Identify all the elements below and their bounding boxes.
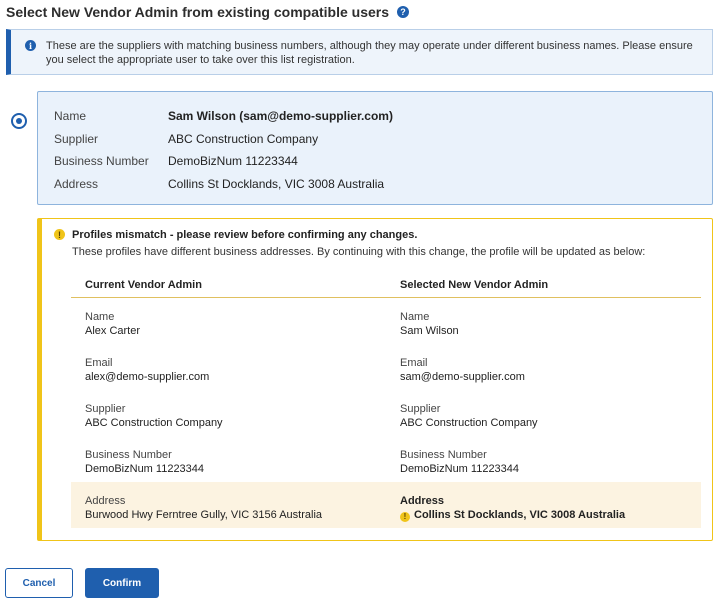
info-circle-icon: i: [25, 40, 36, 51]
field-value: Alex Carter: [85, 325, 141, 337]
card-value-business-number: DemoBizNum 11223344: [168, 154, 298, 169]
field-value: Collins St Docklands, VIC 3008 Australia: [414, 509, 626, 521]
candidate-radio[interactable]: [11, 113, 27, 129]
selected-cell: Address ! Collins St Docklands, VIC 3008 …: [386, 494, 701, 528]
page-title: Select New Vendor Admin from existing co…: [6, 4, 390, 20]
field-label: Business Number: [85, 449, 172, 461]
field-label: Address: [400, 495, 445, 507]
current-cell: Business Number DemoBizNum 11223344: [71, 448, 386, 482]
selected-cell: Name Sam Wilson: [386, 310, 701, 344]
current-cell: Supplier ABC Construction Company: [71, 402, 386, 436]
field-label: Name: [85, 311, 115, 323]
selected-cell: Supplier ABC Construction Company: [386, 402, 701, 436]
mismatch-subtitle: These profiles have different business a…: [72, 246, 646, 258]
radio-selected-dot: [16, 118, 22, 124]
comparison-row-supplier: Supplier ABC Construction Company Suppli…: [71, 390, 701, 436]
field-label: Supplier: [85, 403, 126, 415]
cancel-button[interactable]: Cancel: [5, 568, 73, 598]
comparison-header: Current Vendor Admin Selected New Vendor…: [71, 272, 701, 298]
card-row-address: Address Collins St Docklands, VIC 3008 A…: [38, 173, 712, 196]
comparison-row-email: Email alex@demo-supplier.com Email sam@d…: [71, 344, 701, 390]
field-value: sam@demo-supplier.com: [400, 371, 525, 383]
comparison-row-business-number: Business Number DemoBizNum 11223344 Busi…: [71, 436, 701, 482]
card-row-supplier: Supplier ABC Construction Company: [38, 128, 712, 151]
field-value: Burwood Hwy Ferntree Gully, VIC 3156 Aus…: [85, 509, 323, 521]
field-value: ABC Construction Company: [400, 417, 538, 429]
mismatch-title: Profiles mismatch - please review before…: [72, 229, 418, 241]
page-header: Select New Vendor Admin from existing co…: [6, 4, 410, 20]
info-notice: i These are the suppliers with matching …: [6, 29, 713, 75]
field-label: Name: [400, 311, 430, 323]
card-label: Supplier: [54, 131, 99, 146]
card-label: Name: [54, 109, 87, 124]
field-label: Email: [85, 357, 113, 369]
confirm-button[interactable]: Confirm: [85, 568, 159, 598]
field-value: ABC Construction Company: [85, 417, 223, 429]
warning-circle-icon: !: [54, 229, 65, 240]
card-row-name: Name Sam Wilson (sam@demo-supplier.com): [38, 105, 712, 128]
card-label: Address: [54, 176, 99, 191]
header-current: Current Vendor Admin: [85, 278, 202, 291]
comparison-row-address: Address Burwood Hwy Ferntree Gully, VIC …: [71, 482, 701, 528]
current-cell: Address Burwood Hwy Ferntree Gully, VIC …: [71, 494, 386, 528]
comparison-row-name: Name Alex Carter Name Sam Wilson: [71, 298, 701, 344]
header-selected: Selected New Vendor Admin: [400, 278, 549, 291]
info-text: These are the suppliers with matching bu…: [46, 40, 693, 66]
comparison-table: Current Vendor Admin Selected New Vendor…: [71, 272, 701, 528]
card-value-name: Sam Wilson (sam@demo-supplier.com): [168, 109, 393, 124]
card-row-business-number: Business Number DemoBizNum 11223344: [38, 150, 712, 173]
field-label: Address: [85, 495, 126, 507]
card-value-supplier: ABC Construction Company: [168, 131, 319, 146]
field-value: DemoBizNum 11223344: [85, 463, 205, 475]
field-label: Business Number: [400, 449, 487, 461]
field-value: DemoBizNum 11223344: [400, 463, 520, 475]
field-label: Email: [400, 357, 428, 369]
candidate-user-card[interactable]: Name Sam Wilson (sam@demo-supplier.com) …: [37, 91, 713, 205]
current-cell: Name Alex Carter: [71, 310, 386, 344]
warning-circle-icon: !: [400, 512, 410, 522]
current-cell: Email alex@demo-supplier.com: [71, 356, 386, 390]
profile-mismatch-panel: ! Profiles mismatch - please review befo…: [37, 218, 713, 541]
field-value: Sam Wilson: [400, 325, 459, 337]
card-value-address: Collins St Docklands, VIC 3008 Australia: [168, 176, 385, 191]
selected-cell: Email sam@demo-supplier.com: [386, 356, 701, 390]
field-value: alex@demo-supplier.com: [85, 371, 210, 383]
selected-cell: Business Number DemoBizNum 11223344: [386, 448, 701, 482]
card-label: Business Number: [54, 154, 149, 169]
vendor-admin-selection-page: Select New Vendor Admin from existing co…: [0, 0, 719, 600]
field-label: Supplier: [400, 403, 441, 415]
question-circle-icon[interactable]: ?: [397, 6, 410, 18]
changed-address-value: ! Collins St Docklands, VIC 3008 Australi…: [400, 508, 701, 522]
